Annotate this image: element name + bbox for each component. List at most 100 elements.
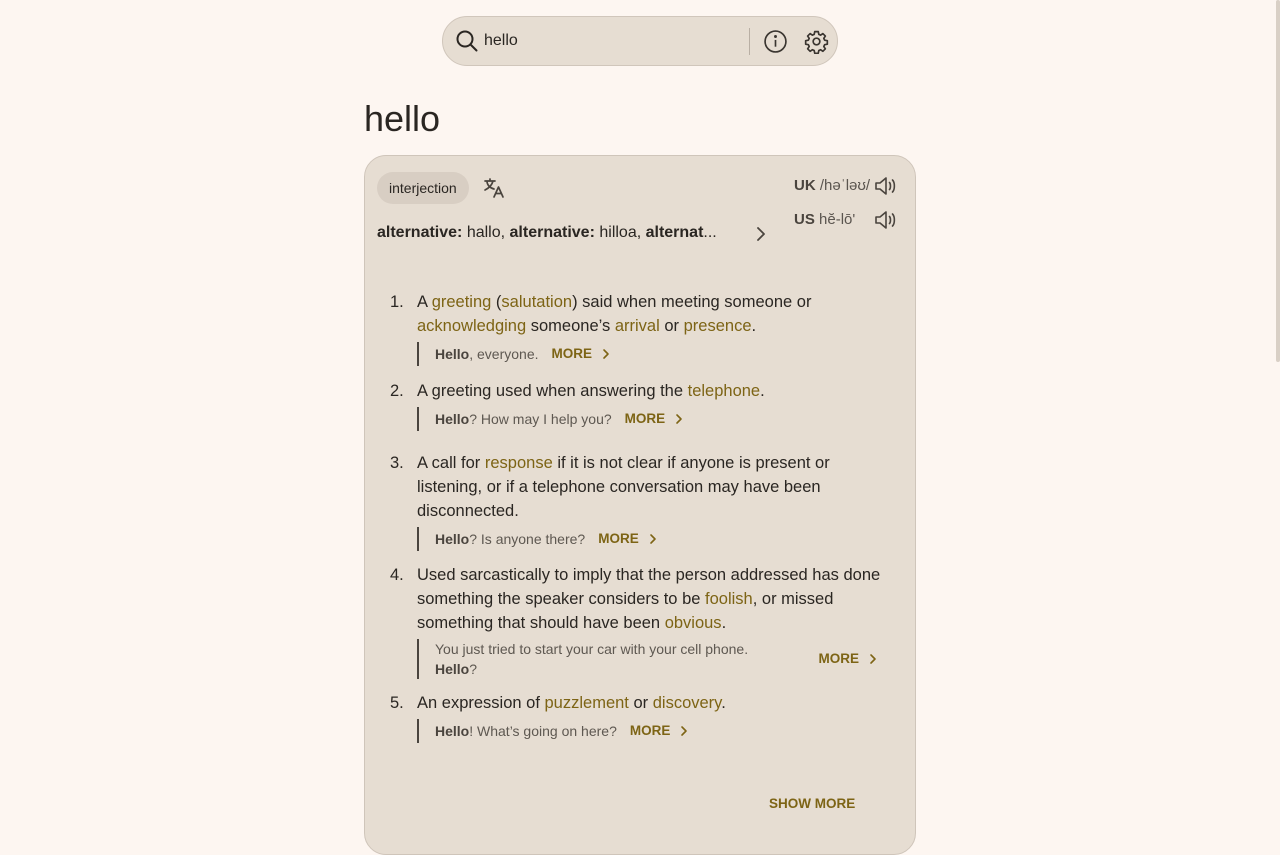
example-quote: Hello? How may I help you? MORE [417,407,889,431]
example-rest: ? [469,661,478,677]
definition-text-part: . [721,694,726,712]
chevron-right-icon [859,653,879,665]
more-label: MORE [624,411,666,426]
search-divider [749,28,750,55]
definition-text-part: A call for [417,454,485,472]
alt-label-3: alternat [645,224,704,241]
speaker-icon-us[interactable] [873,207,899,233]
definition-text: A greeting used when answering the telep… [417,379,889,403]
more-button[interactable]: MORE [630,721,691,741]
example-rest: ? How may I help you? [469,411,612,427]
definition-number: 1. [390,293,404,311]
definition-text-part: . [751,317,757,335]
search-input[interactable] [484,29,744,53]
definition-link[interactable]: acknowledging [417,317,526,335]
search-bar [442,16,838,66]
example-headword: Hello [435,723,470,739]
more-label: MORE [551,346,593,361]
example-text: Hello, everyone. [435,344,539,364]
pronunciation-us: US hĕ-lō' [794,211,855,228]
definition-text-part: A [417,293,432,311]
definition-number: 3. [390,454,404,472]
speaker-icon-uk[interactable] [873,173,899,199]
chevron-right-icon[interactable] [751,224,771,244]
definition-text-part: ) said when meeting someone or [572,293,812,311]
alt-label-2: alternative: [509,224,595,241]
example-prefix: You just tried to start your car with yo… [435,641,749,657]
definition-text: Used sarcastically to imply that the per… [417,563,889,635]
definition-item: 5. An expression of puzzlement or discove… [389,691,889,743]
definition-number: 5. [390,694,404,712]
alt-label-1: alternative: [377,224,463,241]
info-icon[interactable] [763,29,788,54]
definition-text: An expression of puzzlement or discovery… [417,691,889,715]
example-text: Hello? How may I help you? [435,409,612,429]
definition-link[interactable]: salutation [501,293,572,311]
page-scrollbar[interactable] [1276,0,1280,362]
more-label: MORE [598,531,639,546]
definition-link[interactable]: presence [684,317,752,335]
definition-text-part: A greeting used when answering the [417,382,688,400]
definition-text-part: or [659,317,684,335]
example-rest: ! What’s going on here? [469,723,617,739]
part-of-speech-chip[interactable]: interjection [377,172,469,204]
example-text: You just tried to start your car with yo… [435,639,785,679]
definition-item: 4. Used sarcastically to imply that the p… [389,563,889,679]
example-quote: You just tried to start your car with yo… [417,639,889,679]
definition-number: 4. [390,566,404,584]
definition-link[interactable]: arrival [615,317,660,335]
example-headword: Hello [435,531,470,547]
pron-region-uk: UK [794,177,816,194]
alt-word-1: hallo [466,224,501,241]
definition-text-part: . [760,382,765,400]
example-headword: Hello [435,661,470,677]
definition-link[interactable]: discovery [653,694,721,712]
gear-icon[interactable] [804,29,829,54]
more-label: MORE [818,651,860,666]
definition-link[interactable]: telephone [688,382,761,400]
definition-text: A greeting (salutation) said when meetin… [417,290,889,338]
definition-link[interactable]: obvious [665,614,722,632]
definition-text: A call for response if it is not clear i… [417,451,889,523]
pronunciation-uk: UK /həˈləʊ/ [794,177,870,194]
definition-link[interactable]: foolish [705,590,753,608]
example-text: Hello? Is anyone there? [435,529,585,549]
more-button[interactable]: MORE [625,409,686,429]
chevron-right-icon [639,533,659,545]
example-headword: Hello [435,411,470,427]
more-button[interactable]: MORE [598,529,659,549]
chevron-right-icon [592,348,612,360]
chevron-right-icon [665,413,685,425]
more-label: MORE [629,723,671,738]
pron-ipa-uk: /həˈləʊ/ [819,177,871,194]
chevron-right-icon [670,725,690,737]
definition-text-part: An expression of [417,694,545,712]
definition-number: 2. [390,382,404,400]
definition-link[interactable]: puzzlement [545,694,629,712]
definition-text-part: . [721,614,727,632]
definition-text-part: someone’s [526,317,615,335]
definition-item: 2. A greeting used when answering the tel… [389,379,889,431]
translate-icon[interactable] [482,176,506,200]
alt-word-2: hilloa [599,224,637,241]
definition-item: 3. A call for response if it is not clear… [389,451,889,551]
pron-ipa-us: hĕ-lō' [819,211,856,228]
definition-link[interactable]: greeting [432,293,492,311]
example-text: Hello! What’s going on here? [435,721,617,741]
definition-item: 1. A greeting (salutation) said when meet… [389,290,889,366]
more-button[interactable]: MORE [819,649,880,669]
definition-link[interactable]: response [485,454,553,472]
definition-text-part: ( [491,293,502,311]
alt-word-3: ... [703,224,717,241]
example-rest: , everyone. [469,346,539,362]
example-rest: ? Is anyone there? [469,531,586,547]
more-button[interactable]: MORE [552,344,613,364]
search-icon[interactable] [455,29,479,53]
entry-card: interjection alternative: hallo, alterna… [364,155,916,855]
definitions-list: 1. A greeting (salutation) said when meet… [389,290,889,755]
page-title: hello [364,98,441,139]
example-quote: Hello? Is anyone there? MORE [417,527,889,551]
definition-text-part: or [628,694,653,712]
show-more-button[interactable]: SHOW MORE [769,796,855,811]
alternatives-line: alternative: hallo, alternative: hilloa,… [377,224,717,241]
